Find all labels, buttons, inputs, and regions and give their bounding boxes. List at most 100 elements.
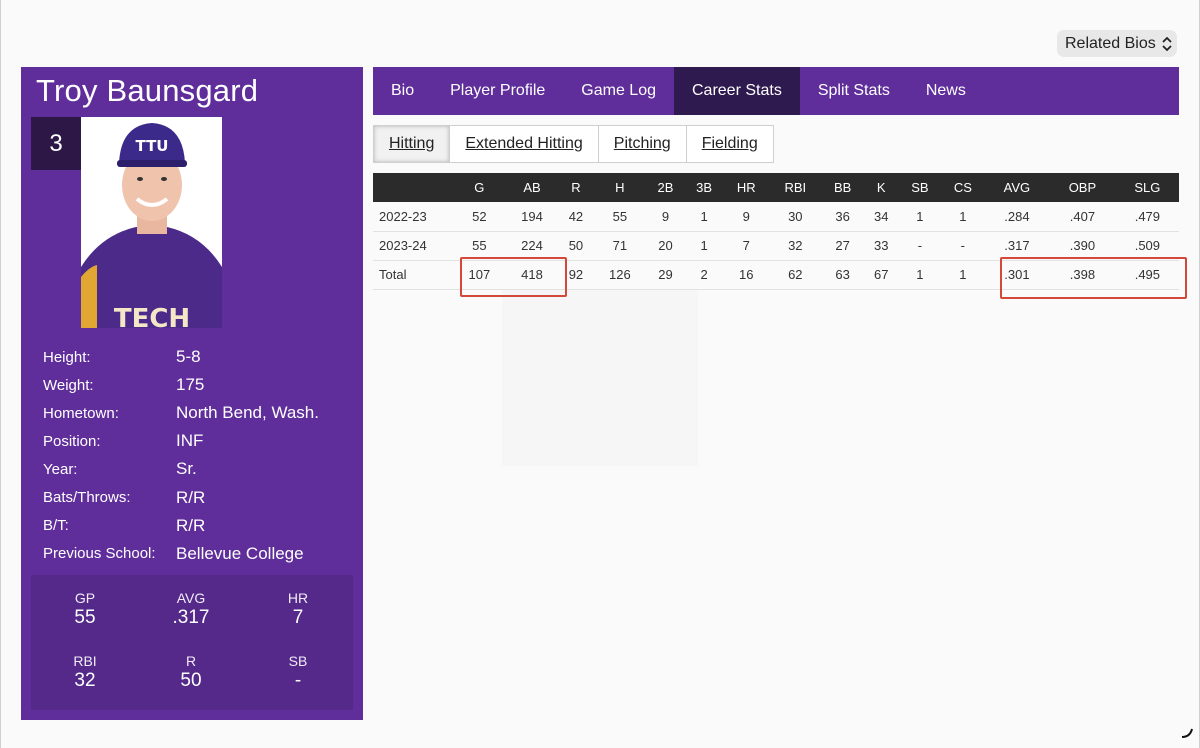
- column-header: K: [863, 173, 899, 202]
- column-header: BB: [821, 173, 864, 202]
- tab-news[interactable]: News: [908, 67, 984, 115]
- stat-cell: 2: [684, 260, 724, 290]
- subtab-fielding[interactable]: Fielding: [685, 125, 774, 163]
- player-photo: TTU TECH: [81, 117, 222, 328]
- tab-bio[interactable]: Bio: [373, 67, 432, 115]
- fact-row: Bats/Throws: R/R: [43, 483, 353, 511]
- column-header: AVG: [984, 173, 1050, 202]
- jersey-number: 3: [31, 117, 81, 170]
- column-header: CS: [940, 173, 985, 202]
- tab-game-log[interactable]: Game Log: [563, 67, 674, 115]
- stat-cell: 194: [505, 202, 559, 232]
- column-header: RBI: [769, 173, 822, 202]
- stat-cell: 52: [453, 202, 506, 232]
- quick-stat-sb: SB -: [248, 653, 348, 692]
- fact-value: 175: [176, 375, 205, 395]
- subtab-pitching[interactable]: Pitching: [597, 125, 687, 163]
- fact-row: Year: Sr.: [43, 455, 353, 483]
- related-bios-select[interactable]: Related Bios: [1057, 30, 1177, 57]
- table-header-row: G AB R H 2B 3B HR RBI BB K SB CS AVG OBP SLG: [373, 173, 1179, 202]
- stats-subtabs: Hitting Extended Hitting Pitching Fieldi…: [373, 125, 774, 163]
- fact-value: Sr.: [176, 459, 197, 479]
- stat-cell: 92: [558, 260, 594, 290]
- fact-label: Year:: [43, 460, 78, 478]
- stat-cell: 418: [505, 260, 559, 290]
- column-header: H: [593, 173, 647, 202]
- stat-cell: 1: [940, 260, 985, 290]
- quick-stat-label: RBI: [73, 653, 97, 669]
- stat-cell: 36: [821, 202, 864, 232]
- column-header: HR: [723, 173, 769, 202]
- stat-cell: 1: [684, 202, 724, 232]
- column-header: R: [558, 173, 594, 202]
- fact-value: R/R: [176, 487, 206, 507]
- stat-cell: 55: [453, 231, 506, 261]
- fact-row: Weight: 175: [43, 371, 353, 399]
- related-bios-label: Related Bios: [1065, 34, 1156, 52]
- stat-cell: -: [940, 231, 985, 261]
- stat-cell: 1: [898, 202, 941, 232]
- quick-stat-label: HR: [287, 590, 309, 606]
- subtab-extended-hitting[interactable]: Extended Hitting: [449, 125, 599, 163]
- column-header: OBP: [1049, 173, 1116, 202]
- chevron-updown-icon: [1162, 36, 1172, 51]
- stat-cell: 55: [593, 202, 647, 232]
- season-cell: 2023-24: [373, 231, 453, 261]
- fact-row: Hometown: North Bend, Wash.: [43, 399, 353, 427]
- tab-split-stats[interactable]: Split Stats: [800, 67, 908, 115]
- quick-stats: GP 55 AVG .317 HR 7 RBI 32 R 50 SB -: [31, 575, 353, 710]
- stat-cell: 30: [769, 202, 822, 232]
- quick-stat-label: SB: [288, 653, 308, 669]
- quick-stat-r: R 50: [141, 653, 241, 692]
- resize-handle-icon[interactable]: [1180, 725, 1194, 742]
- player-name: Troy Baunsgard: [36, 73, 259, 108]
- quick-stat-value: 7: [292, 607, 304, 628]
- stat-cell: .398: [1049, 260, 1116, 290]
- fact-label: B/T:: [43, 517, 69, 535]
- tab-player-profile[interactable]: Player Profile: [432, 67, 563, 115]
- fact-row: B/T: R/R: [43, 512, 353, 540]
- fact-value: 5-8: [176, 347, 201, 367]
- stat-cell: 16: [723, 260, 769, 290]
- quick-stat-rbi: RBI 32: [35, 653, 135, 692]
- fact-row: Position: INF: [43, 427, 353, 455]
- column-header: G: [453, 173, 506, 202]
- stat-cell: .407: [1049, 202, 1116, 232]
- stat-cell: 62: [769, 260, 822, 290]
- stat-cell: .495: [1115, 260, 1179, 290]
- fact-label: Previous School:: [43, 545, 156, 563]
- quick-stat-value: 55: [74, 607, 96, 628]
- stat-cell: 1: [940, 202, 985, 232]
- stat-cell: 50: [558, 231, 594, 261]
- tab-career-stats[interactable]: Career Stats: [674, 67, 800, 115]
- player-facts: Height: 5-8 Weight: 175 Hometown: North Ben…: [43, 343, 353, 568]
- player-card: Troy Baunsgard 3 TTU TECH Height:5-8 We: [21, 67, 363, 720]
- fact-label: Weight:: [43, 376, 94, 394]
- stat-cell: 224: [505, 231, 559, 261]
- stat-cell: 1: [898, 260, 941, 290]
- fact-row: Height: 5-8: [43, 343, 353, 371]
- stat-cell: .317: [984, 231, 1050, 261]
- quick-stat-avg: AVG .317: [141, 590, 241, 629]
- column-header: SLG: [1115, 173, 1179, 202]
- stat-cell: .479: [1115, 202, 1179, 232]
- stat-cell: 63: [821, 260, 864, 290]
- column-header: 2B: [646, 173, 685, 202]
- cap-logo: TTU: [136, 137, 169, 155]
- fact-row: Previous School: Bellevue College: [43, 540, 353, 568]
- fact-value: INF: [176, 431, 204, 451]
- stat-cell: 33: [863, 231, 899, 261]
- subtab-hitting[interactable]: Hitting: [373, 125, 451, 163]
- stat-cell: .284: [984, 202, 1050, 232]
- stat-cell: 1: [684, 231, 724, 261]
- quick-stat-label: R: [185, 653, 197, 669]
- quick-stat-value: 32: [74, 670, 96, 691]
- stat-cell: 9: [723, 202, 769, 232]
- stat-cell: 71: [593, 231, 647, 261]
- stat-cell: 32: [769, 231, 822, 261]
- stat-cell: 42: [558, 202, 594, 232]
- quick-stat-hr: HR 7: [248, 590, 348, 629]
- fact-value: North Bend, Wash.: [176, 403, 319, 423]
- stat-cell: 20: [646, 231, 685, 261]
- season-cell: 2022-23: [373, 202, 453, 232]
